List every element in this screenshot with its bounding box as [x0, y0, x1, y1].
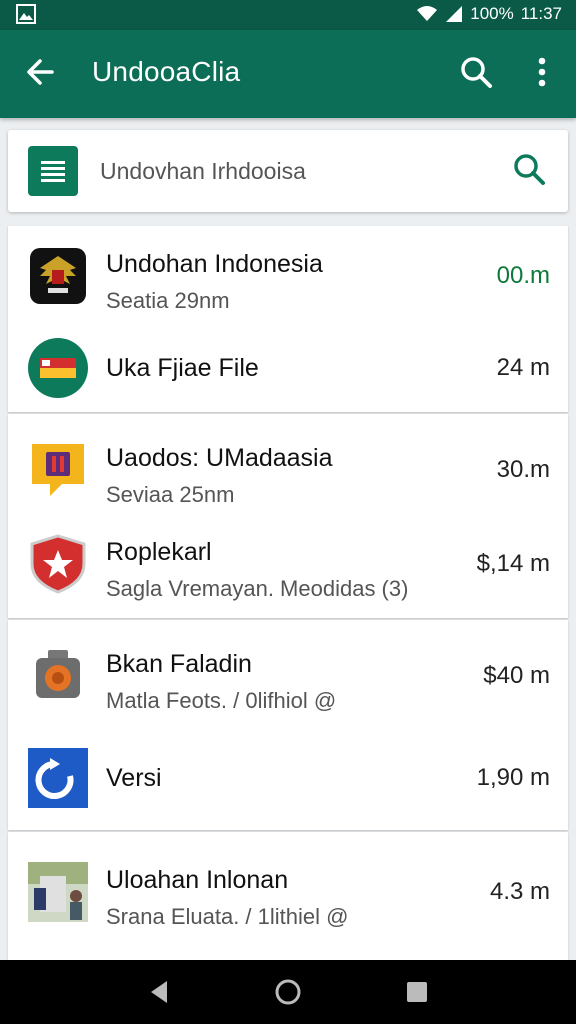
garuda-emblem-icon: [30, 248, 86, 304]
list-group: Undohan Indonesia Seatia 29nm 00.m Uka F…: [8, 226, 568, 412]
item-value: 4.3 m: [489, 878, 550, 905]
refresh-icon: [28, 748, 88, 808]
item-name: Bkan Faladin: [106, 650, 252, 678]
nav-home-icon[interactable]: [274, 978, 302, 1006]
badge-icon: [32, 444, 84, 496]
nav-back-icon[interactable]: [145, 978, 173, 1006]
list-item[interactable]: Uaodos: UMadaasia Seviaa 25nm 30.m: [8, 424, 568, 520]
app-title: UndooaClia: [92, 56, 241, 87]
flag-icon: [28, 338, 88, 398]
list-group: Uloahan Inlonan Srana Eluata. / 1lithiel…: [8, 832, 568, 960]
item-value: 00.m: [496, 262, 550, 289]
list-item[interactable]: Undohan Indonesia Seatia 29nm 00.m: [8, 230, 568, 326]
camera-icon: [36, 650, 80, 698]
system-navigation-bar: [0, 960, 576, 1024]
item-subtitle: Seviaa 25nm: [106, 482, 235, 507]
star-shield-icon: [30, 534, 86, 594]
signal-icon: [446, 6, 463, 22]
list-menu-icon[interactable]: [28, 146, 78, 196]
item-name: Roplekarl: [106, 538, 212, 566]
item-name: Uka Fjiae File: [106, 354, 259, 382]
list-group: Uaodos: UMadaasia Seviaa 25nm 30.m Rople…: [8, 414, 568, 618]
list-item[interactable]: Versi 1,90 m: [8, 732, 568, 828]
status-bar: 100% 11:37: [0, 0, 576, 30]
item-name: Uloahan Inlonan: [106, 866, 289, 894]
list-item[interactable]: Uka Fjiae File 24 m: [8, 322, 568, 418]
app-bar: UndooaClia: [0, 30, 576, 118]
list-group: Bkan Faladin Matla Feots. / 0lifhiol @ $…: [8, 620, 568, 830]
item-value: 24 m: [496, 354, 550, 381]
list-item[interactable]: Roplekarl Sagla Vremayan. Meodidas (3) $…: [8, 518, 568, 614]
wifi-icon: [417, 6, 438, 21]
status-time: 11:37: [520, 4, 562, 23]
item-name: Uaodos: UMadaasia: [106, 444, 333, 472]
item-subtitle: Sagla Vremayan. Meodidas (3): [106, 576, 409, 601]
back-arrow-icon[interactable]: [22, 54, 58, 90]
item-subtitle: Seatia 29nm: [106, 288, 230, 313]
search-bar[interactable]: Undovhan Irhdooisa: [8, 130, 568, 212]
gallery-notification-icon: [16, 4, 36, 24]
battery-text: 100%: [470, 4, 514, 23]
list-item[interactable]: Uloahan Inlonan Srana Eluata. / 1lithiel…: [8, 846, 568, 942]
item-subtitle: Matla Feots. / 0lifhiol @: [106, 688, 337, 713]
item-value: 1,90 m: [476, 764, 550, 791]
item-subtitle: Srana Eluata. / 1lithiel @: [106, 904, 349, 929]
search-input[interactable]: Undovhan Irhdooisa: [100, 158, 306, 185]
item-value: $,14 m: [476, 550, 550, 577]
status-icons: 100% 11:37: [416, 4, 562, 24]
search-icon[interactable]: [458, 54, 494, 90]
more-options-icon[interactable]: [530, 54, 554, 90]
item-name: Versi: [106, 764, 162, 792]
item-value: 30.m: [496, 456, 550, 483]
photo-thumbnail-icon: [28, 862, 88, 922]
nav-recents-icon[interactable]: [403, 978, 431, 1006]
search-submit-icon[interactable]: [510, 150, 548, 188]
item-name: Undohan Indonesia: [106, 250, 323, 278]
list-item[interactable]: Bkan Faladin Matla Feots. / 0lifhiol @ $…: [8, 630, 568, 726]
item-value: $40 m: [483, 662, 550, 689]
